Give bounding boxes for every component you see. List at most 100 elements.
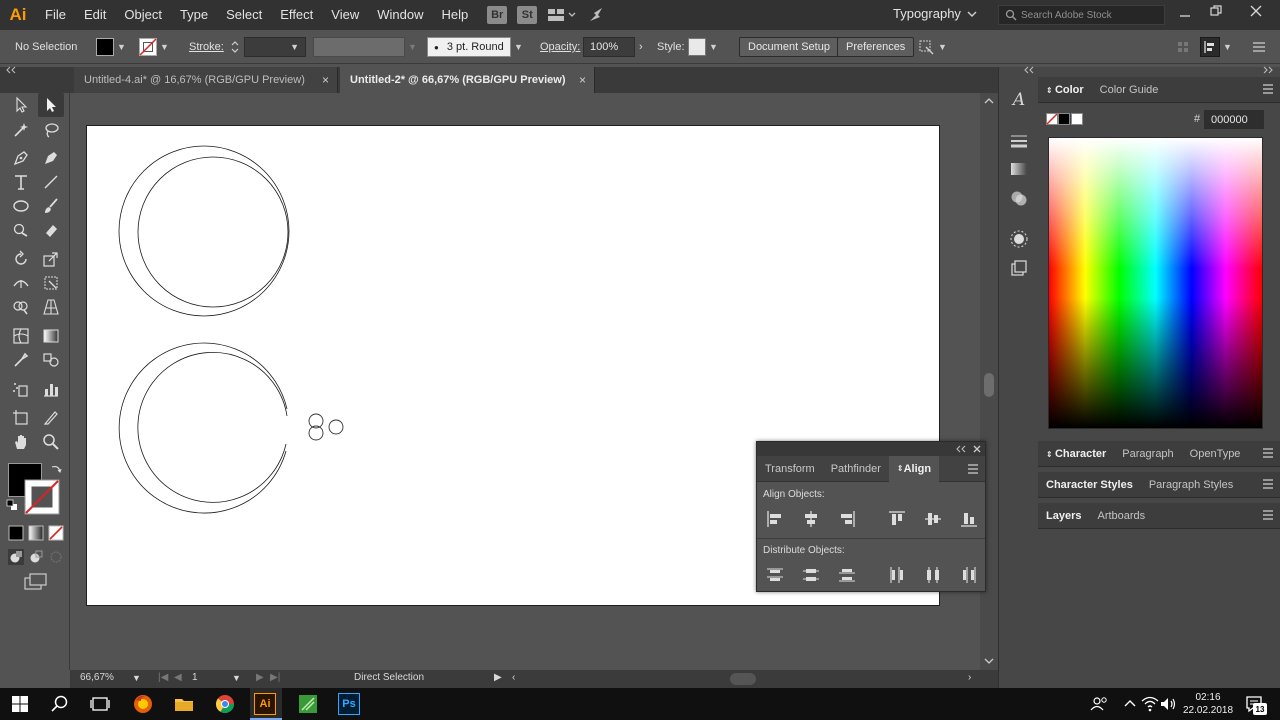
tab-paragraph[interactable]: Paragraph [1114,448,1181,460]
snap-options[interactable]: ▼ [917,30,947,64]
symbol-sprayer-tool[interactable] [8,377,34,401]
tab-artboards[interactable]: Artboards [1089,510,1153,522]
line-segment-tool[interactable] [38,170,64,194]
first-artboard-icon[interactable]: |◀ [158,672,168,683]
ellipse-tool[interactable] [8,194,34,218]
collapse-toolbar-icon[interactable] [5,66,17,74]
hex-color-input[interactable]: 000000 [1204,110,1264,129]
type-tool[interactable] [8,170,34,194]
artboard-chevron-icon[interactable]: ▼ [232,673,241,683]
horizontal-align-center-icon[interactable] [802,510,820,528]
opacity-control[interactable]: 100% › [583,30,643,64]
align-panel-menu-icon[interactable] [967,464,979,474]
chevron-right-icon[interactable]: › [639,41,643,53]
menu-file[interactable]: File [36,0,75,30]
character-panel-menu-icon[interactable] [1262,448,1274,458]
opacity-label[interactable]: Opacity: [540,30,580,64]
scroll-up-icon[interactable] [984,97,994,105]
tab-untitled-2[interactable]: Untitled-2* @ 66,67% (RGB/GPU Preview) × [340,67,595,93]
none-color-swatch[interactable] [1046,113,1058,125]
current-tool-status[interactable]: Direct Selection [354,672,424,683]
rotate-tool[interactable] [8,247,34,271]
draw-inside-icon[interactable] [48,549,64,565]
search-stock-input[interactable]: Search Adobe Stock [998,5,1165,25]
eyedropper-tool[interactable] [8,348,34,372]
free-transform-tool[interactable] [38,271,64,295]
close-tab-icon[interactable]: × [322,73,329,87]
zoom-tool[interactable] [38,430,64,454]
horizontal-scroll-thumb[interactable] [730,673,756,685]
collapse-panels-icon[interactable] [1262,66,1274,74]
selection-tool[interactable] [8,93,34,117]
scroll-left-icon[interactable]: ‹ [512,672,515,683]
workspace-switcher[interactable]: Typography [893,6,977,21]
shape-builder-tool[interactable] [8,295,34,319]
stroke-weight-field[interactable]: ▼ [244,37,306,57]
profile-chevron-icon[interactable]: ▼ [408,42,417,52]
tab-character[interactable]: ⇕ Character [1038,448,1114,460]
close-panel-icon[interactable] [972,444,982,454]
zoom-level[interactable]: 66,67% [80,672,114,683]
scale-tool[interactable] [38,247,64,271]
taskbar-search-icon[interactable] [48,692,72,716]
black-color-swatch[interactable] [1058,113,1070,125]
magic-wand-tool[interactable] [8,118,34,142]
variable-width-profile-field[interactable] [313,37,405,57]
snap-to-pixel-icon[interactable] [917,38,935,56]
screen-mode-icon[interactable] [24,573,48,591]
align-panel-icon[interactable] [1200,37,1220,57]
glyphs-panel-icon[interactable]: A [1009,90,1029,110]
file-explorer-icon[interactable] [172,692,196,716]
vertical-distribute-center-icon[interactable] [802,566,820,584]
color-panel-menu-icon[interactable] [1262,84,1274,94]
stroke-weight-stepper[interactable]: ▼ [230,30,306,64]
bridge-button[interactable]: Br [487,6,508,24]
vertical-distribute-bottom-icon[interactable] [838,566,856,584]
tab-color-guide[interactable]: Color Guide [1092,84,1167,96]
stroke-panel-icon[interactable] [1009,131,1029,151]
shaper-tool[interactable] [8,218,34,242]
scroll-down-icon[interactable] [984,657,994,665]
restore-icon[interactable] [1209,4,1223,18]
graphic-styles-panel-icon[interactable] [1009,258,1029,278]
align-panel-titlebar[interactable] [757,442,985,456]
tab-character-styles[interactable]: Character Styles [1038,479,1141,491]
menu-select[interactable]: Select [217,0,271,30]
mesh-tool[interactable] [8,324,34,348]
preferences-button[interactable]: Preferences [837,37,915,57]
stroke-dropdown-chevron-icon[interactable]: ▼ [160,42,169,52]
draw-behind-icon[interactable] [28,549,44,565]
width-tool[interactable] [8,271,34,295]
gradient-panel-icon[interactable] [1009,159,1029,179]
horizontal-align-right-icon[interactable] [838,510,856,528]
default-fill-stroke-icon[interactable] [6,499,18,511]
gpu-performance-icon[interactable] [587,6,607,24]
transparency-panel-icon[interactable] [1009,188,1029,208]
column-graph-tool[interactable] [38,377,64,401]
brush-definition[interactable]: ● 3 pt. Round ▼ [427,30,523,64]
perspective-grid-tool[interactable] [38,295,64,319]
close-tab-icon[interactable]: × [579,73,586,87]
tab-transform[interactable]: Transform [757,463,823,475]
none-mode-icon[interactable] [48,525,64,541]
artboard-tool[interactable] [8,406,34,430]
horizontal-distribute-left-icon[interactable] [888,566,906,584]
expand-panels-icon[interactable] [1023,66,1035,74]
inner-circle-top[interactable] [137,156,289,308]
menu-window[interactable]: Window [368,0,432,30]
horizontal-distribute-right-icon[interactable] [960,566,978,584]
horizontal-align-left-icon[interactable] [766,510,784,528]
curvature-tool[interactable] [38,146,64,170]
tab-layers[interactable]: Layers [1038,510,1089,522]
direct-selection-tool[interactable] [38,93,64,117]
stroke-color-box[interactable] [24,479,60,515]
variable-width-profile[interactable]: ▼ [313,30,417,64]
stepper-arrows-icon[interactable] [230,39,240,55]
tab-color[interactable]: ⇕ Color [1038,84,1092,96]
photoshop-taskbar-icon[interactable]: Ps [338,693,360,715]
volume-icon[interactable] [1156,692,1180,716]
status-menu-arrow-icon[interactable]: ▶ [494,672,502,683]
vertical-distribute-top-icon[interactable] [766,566,784,584]
swap-fill-stroke-icon[interactable] [50,463,62,475]
pen-tool[interactable] [8,146,34,170]
